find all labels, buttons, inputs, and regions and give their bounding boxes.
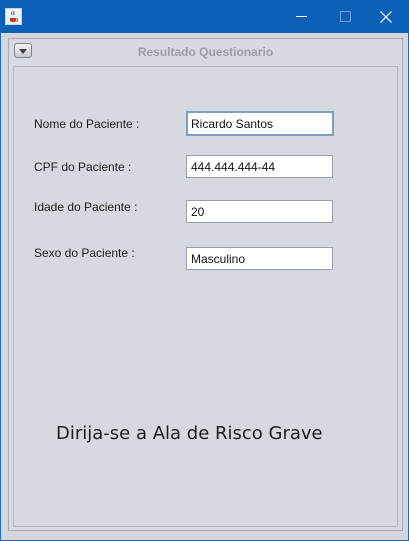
nome-label: Nome do Paciente :	[34, 117, 140, 131]
cpf-field[interactable]	[186, 155, 333, 178]
internal-frame-title: Resultado Questionario	[137, 45, 274, 59]
minimize-button[interactable]	[279, 0, 323, 33]
close-button[interactable]	[364, 0, 408, 33]
idade-label: Idade do Paciente :	[34, 200, 138, 214]
cpf-label: CPF do Paciente :	[34, 160, 132, 174]
internal-frame-titlebar[interactable]: Resultado Questionario	[9, 39, 402, 64]
window-titlebar[interactable]	[0, 0, 409, 33]
java-cup-icon	[5, 8, 22, 25]
result-message: Dirija-se a Ala de Risco Grave	[56, 423, 323, 444]
sexo-label: Sexo do Paciente :	[34, 246, 135, 260]
minimize-icon	[295, 11, 307, 22]
form-panel: Nome do Paciente : CPF do Paciente : Ida…	[13, 66, 398, 527]
internal-frame: Resultado Questionario Nome do Paciente …	[8, 38, 403, 531]
close-icon	[380, 10, 392, 23]
idade-field[interactable]	[186, 200, 333, 223]
maximize-icon	[339, 11, 351, 22]
sexo-field[interactable]	[186, 247, 333, 270]
maximize-button[interactable]	[323, 0, 367, 33]
nome-field[interactable]	[186, 111, 334, 136]
